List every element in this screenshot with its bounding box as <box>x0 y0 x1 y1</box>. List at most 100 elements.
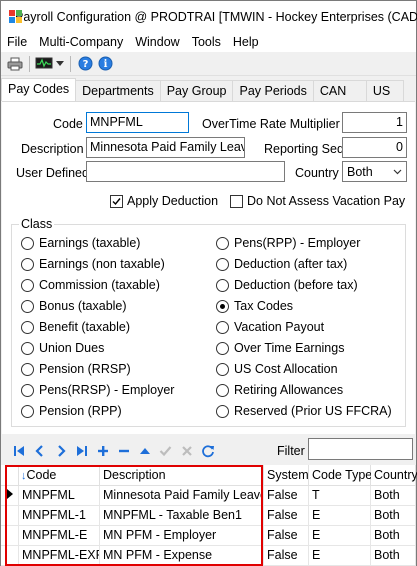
check-icon <box>110 194 123 208</box>
tab-pay-group[interactable]: Pay Group <box>159 80 234 101</box>
do-not-assess-vacation-checkbox[interactable]: Do Not Assess Vacation Pay <box>230 194 405 208</box>
radio-pens-rpp-employer[interactable]: Pens(RPP) - Employer <box>216 236 360 250</box>
table-cell[interactable]: T <box>309 486 371 506</box>
menu-file[interactable]: File <box>1 35 33 49</box>
table-cell[interactable]: MN PFM - Employer <box>100 526 264 546</box>
radio-us-cost-allocation[interactable]: US Cost Allocation <box>216 362 338 376</box>
radio-label: Earnings (taxable) <box>39 236 141 250</box>
table-cell[interactable]: False <box>264 546 309 566</box>
radio-pens-rrsp-employer[interactable]: Pens(RRSP) - Employer <box>21 383 174 397</box>
table-cell[interactable]: Minnesota Paid Family Leave <box>100 486 264 506</box>
table-cell[interactable]: MNPFML-E <box>19 526 100 546</box>
table-cell[interactable]: Both <box>371 526 416 546</box>
cancel-edit-x-icon <box>177 442 196 461</box>
reporting-seq-field[interactable]: 0 <box>342 137 407 158</box>
menu-multi-company[interactable]: Multi-Company <box>33 35 129 49</box>
printer-icon[interactable] <box>5 55 25 73</box>
title-bar: Payroll Configuration @ PRODTRAI [TMWIN … <box>1 1 417 32</box>
info-icon[interactable]: i <box>95 55 115 73</box>
description-label: Description <box>21 142 84 156</box>
overtime-rate-field[interactable]: 1 <box>342 112 407 133</box>
table-cell[interactable]: MNPFML-EXP <box>19 546 100 566</box>
post-edit-check-icon <box>156 442 175 461</box>
radio-reserved-prior-us-ffcra[interactable]: Reserved (Prior US FFCRA) <box>216 404 392 418</box>
table-cell[interactable]: MN PFM - Expense <box>100 546 264 566</box>
table-cell[interactable]: E <box>309 546 371 566</box>
radio-benefit-taxable[interactable]: Benefit (taxable) <box>21 320 130 334</box>
radio-deduction-before-tax[interactable]: Deduction (before tax) <box>216 278 358 292</box>
last-record-icon[interactable] <box>72 442 91 461</box>
row-indicator-header <box>1 465 19 486</box>
column-header-code[interactable]: ↓Code <box>19 465 100 486</box>
toolbar-separator <box>29 55 30 72</box>
radio-label: Vacation Payout <box>234 320 325 334</box>
table-cell[interactable]: Both <box>371 486 416 506</box>
column-header-description[interactable]: Description <box>100 465 264 486</box>
radio-vacation-payout[interactable]: Vacation Payout <box>216 320 324 334</box>
first-record-icon[interactable] <box>9 442 28 461</box>
menu-help[interactable]: Help <box>227 35 265 49</box>
tab-us[interactable]: US <box>365 80 404 101</box>
dropdown-arrow-icon[interactable] <box>54 55 66 73</box>
edit-record-icon[interactable] <box>135 442 154 461</box>
table-cell[interactable]: MNPFML-1 <box>19 506 100 526</box>
current-row-indicator <box>1 486 19 506</box>
radio-label: Deduction (after tax) <box>234 257 348 271</box>
radio-union-dues[interactable]: Union Dues <box>21 341 104 355</box>
prior-record-icon[interactable] <box>30 442 49 461</box>
table-cell[interactable]: Both <box>371 546 416 566</box>
tab-pay-codes[interactable]: Pay Codes <box>1 78 77 101</box>
toolbar: ? i <box>1 52 416 76</box>
radio-earnings-non-taxable[interactable]: Earnings (non taxable) <box>21 257 165 271</box>
country-select[interactable]: Both <box>342 161 407 182</box>
menu-tools[interactable]: Tools <box>186 35 227 49</box>
menu-bar: File Multi-Company Window Tools Help <box>1 32 416 52</box>
table-cell[interactable]: False <box>264 506 309 526</box>
radio-over-time-earnings[interactable]: Over Time Earnings <box>216 341 344 355</box>
radio-retiring-allowances[interactable]: Retiring Allowances <box>216 383 343 397</box>
column-header-label: Code <box>26 468 57 482</box>
filter-input[interactable] <box>308 438 413 460</box>
column-header-code-type[interactable]: Code Type <box>309 465 372 486</box>
column-header-country[interactable]: Country <box>371 465 417 486</box>
country-value: Both <box>347 164 373 179</box>
table-cell[interactable]: False <box>264 526 309 546</box>
tab-can[interactable]: CAN <box>312 80 367 101</box>
radio-bonus-taxable[interactable]: Bonus (taxable) <box>21 299 127 313</box>
next-record-icon[interactable] <box>51 442 70 461</box>
radio-label: Commission (taxable) <box>39 278 160 292</box>
country-label: Country <box>295 166 339 180</box>
chevron-down-icon <box>393 169 402 174</box>
column-header-system[interactable]: System <box>264 465 309 486</box>
table-cell[interactable]: MNPFML <box>19 486 100 506</box>
radio-earnings-taxable[interactable]: Earnings (taxable) <box>21 236 140 250</box>
tab-pay-periods[interactable]: Pay Periods <box>232 80 314 101</box>
radio-pension-rrsp[interactable]: Pension (RRSP) <box>21 362 131 376</box>
user-defined-label: User Defined <box>16 166 89 180</box>
code-label: Code <box>53 117 83 131</box>
delete-record-icon[interactable] <box>114 442 133 461</box>
table-cell[interactable]: MNPFML - Taxable Ben1 <box>100 506 264 526</box>
refresh-icon[interactable] <box>198 442 217 461</box>
radio-tax-codes[interactable]: Tax Codes <box>216 299 293 313</box>
radio-pension-rpp[interactable]: Pension (RPP) <box>21 404 122 418</box>
svg-text:i: i <box>103 59 107 70</box>
radio-label: US Cost Allocation <box>234 362 338 376</box>
code-field[interactable]: MNPFML <box>86 112 189 133</box>
table-cell[interactable]: E <box>309 506 371 526</box>
help-icon[interactable]: ? <box>75 55 95 73</box>
payroll-configuration-window: Payroll Configuration @ PRODTRAI [TMWIN … <box>0 0 417 566</box>
table-cell[interactable]: False <box>264 486 309 506</box>
menu-window[interactable]: Window <box>129 35 185 49</box>
radio-deduction-after-tax[interactable]: Deduction (after tax) <box>216 257 347 271</box>
radio-label: Over Time Earnings <box>234 341 345 355</box>
radio-commission-taxable[interactable]: Commission (taxable) <box>21 278 160 292</box>
monitor-icon[interactable] <box>34 55 54 73</box>
insert-record-icon[interactable] <box>93 442 112 461</box>
apply-deduction-checkbox[interactable]: Apply Deduction <box>110 194 218 208</box>
table-cell[interactable]: E <box>309 526 371 546</box>
description-field[interactable]: Minnesota Paid Family Leave <box>86 137 245 158</box>
table-cell[interactable]: Both <box>371 506 416 526</box>
user-defined-field[interactable] <box>86 161 285 182</box>
tab-departments[interactable]: Departments <box>75 80 161 101</box>
